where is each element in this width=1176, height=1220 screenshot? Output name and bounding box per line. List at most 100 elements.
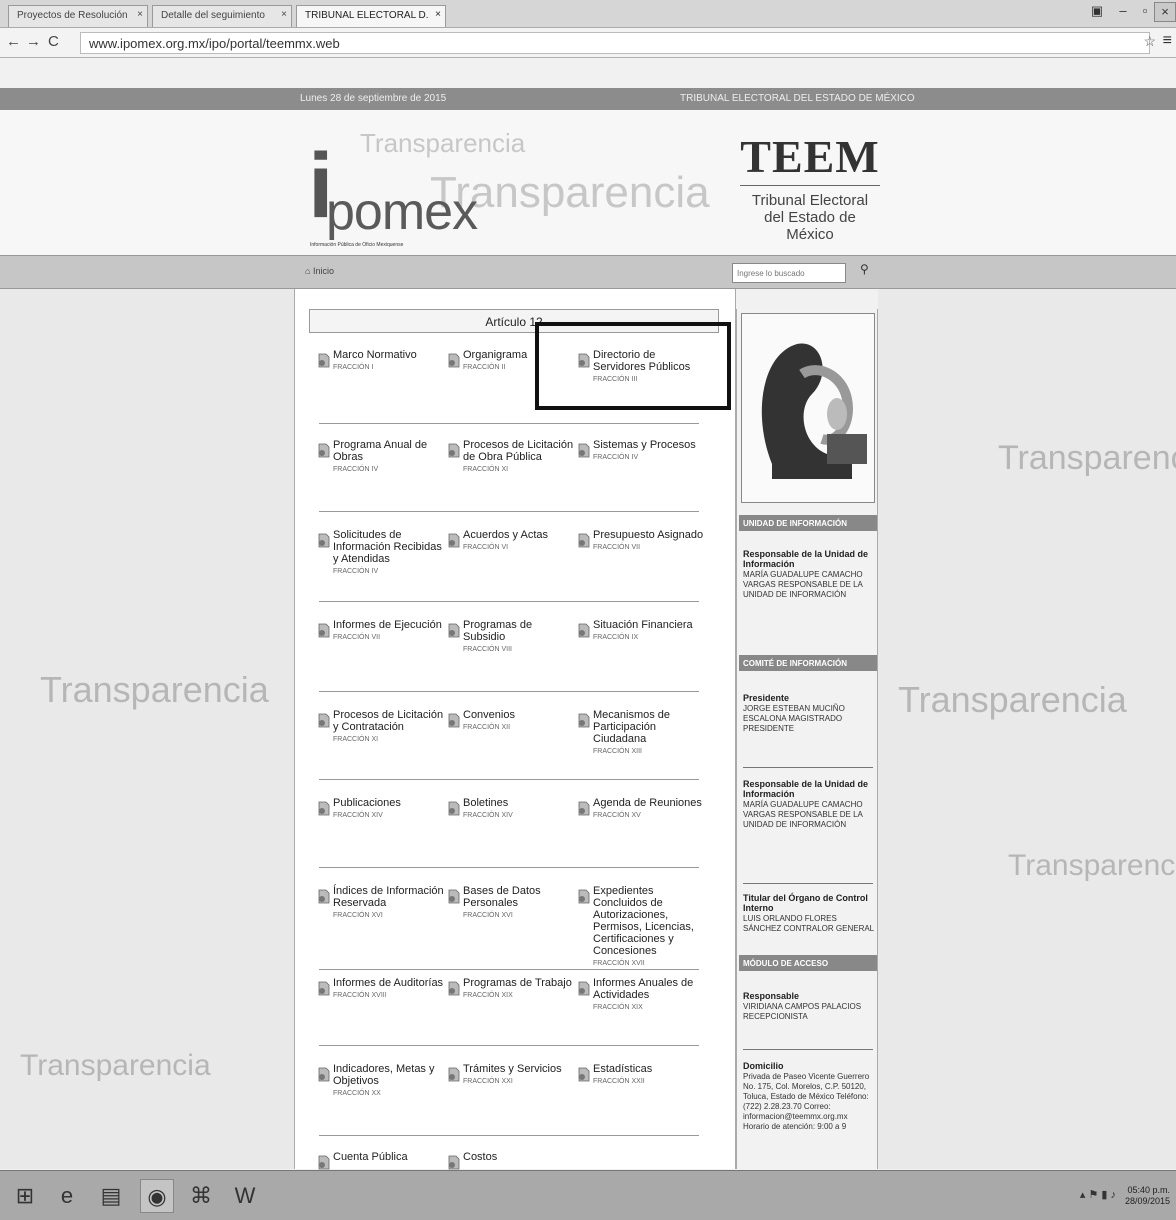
list-item[interactable]: Situación Financiera Fracción IX xyxy=(577,619,707,644)
close-icon[interactable]: × xyxy=(137,9,143,20)
list-item[interactable]: Costos xyxy=(447,1151,577,1170)
item-fraction: Fracción XI xyxy=(333,736,379,743)
close-icon[interactable]: × xyxy=(281,9,287,20)
list-item[interactable]: Bases de Datos Personales Fracción XVI xyxy=(447,885,577,922)
list-item[interactable]: Procesos de Licitación de Obra Pública F… xyxy=(447,439,577,476)
word-icon[interactable]: W xyxy=(228,1179,262,1213)
list-item[interactable]: Acuerdos y Actas Fracción VI xyxy=(447,529,577,554)
address-bar: ← → C www.ipomex.org.mx/ipo/portal/teemm… xyxy=(0,28,1176,58)
list-item[interactable]: Indicadores, Metas y Objetivos Fracción … xyxy=(317,1063,447,1100)
divider xyxy=(319,1135,699,1136)
windows-start-icon[interactable]: ⊞ xyxy=(8,1179,42,1213)
contact-role: Domicilio xyxy=(743,1061,784,1071)
left-background: Transparencia Transparencia xyxy=(0,289,294,1169)
document-icon xyxy=(318,443,330,458)
list-item[interactable]: Boletines Fracción XIV xyxy=(447,797,577,822)
contact-details: MARÍA GUADALUPE CAMACHO VARGAS RESPONSAB… xyxy=(743,570,863,599)
menu-icon[interactable]: ≡ xyxy=(1163,32,1172,50)
document-icon xyxy=(318,1155,330,1170)
maximize-button[interactable]: ▫ xyxy=(1134,2,1156,22)
list-item[interactable]: Informes Anuales de Actividades Fracción… xyxy=(577,977,707,1014)
document-icon xyxy=(448,443,460,458)
current-date: Lunes 28 de septiembre de 2015 xyxy=(300,93,447,104)
search-icon[interactable]: ⚲ xyxy=(860,262,874,284)
divider xyxy=(319,969,699,970)
list-item[interactable]: Agenda de Reuniones Fracción XV xyxy=(577,797,707,822)
list-item[interactable]: Informes de Auditorías Fracción XVIII xyxy=(317,977,447,1002)
list-item[interactable]: Procesos de Licitación y Contratación Fr… xyxy=(317,709,447,746)
list-item[interactable]: Programa Anual de Obras Fracción IV xyxy=(317,439,447,476)
home-link[interactable]: ⌂ Inicio xyxy=(305,266,334,276)
divider xyxy=(743,767,873,768)
document-icon xyxy=(448,801,460,816)
pdf-reader-icon[interactable]: ⌘ xyxy=(184,1179,218,1213)
document-icon xyxy=(578,889,590,904)
internet-explorer-icon[interactable]: e xyxy=(50,1179,84,1213)
item-fraction: Fracción IV xyxy=(333,568,379,575)
bookmark-star-icon[interactable]: ☆ xyxy=(1143,33,1156,50)
top-strip: Lunes 28 de septiembre de 2015 TRIBUNAL … xyxy=(0,88,1176,110)
list-item[interactable]: Expedientes Concluidos de Autorizaciones… xyxy=(577,885,701,970)
list-item[interactable]: Publicaciones Fracción XIV xyxy=(317,797,447,822)
list-item[interactable]: Informes de Ejecución Fracción VII xyxy=(317,619,447,644)
contact-details: JORGE ESTEBAN MUCIÑO ESCALONA MAGISTRADO… xyxy=(743,704,845,733)
document-icon xyxy=(448,353,460,368)
file-explorer-icon[interactable]: ▤ xyxy=(94,1179,128,1213)
tab-tribunal[interactable]: TRIBUNAL ELECTORAL D. × xyxy=(296,5,446,27)
item-fraction: Fracción XVI xyxy=(463,912,513,919)
list-item[interactable]: Cuenta Pública xyxy=(317,1151,447,1170)
list-item[interactable]: Índices de Información Reservada Fracció… xyxy=(317,885,447,922)
list-item[interactable]: Trámites y Servicios Fracción XXI xyxy=(447,1063,577,1088)
list-item[interactable]: Solicitudes de Información Recibidas y A… xyxy=(317,529,447,578)
back-arrow-icon[interactable]: ← xyxy=(6,33,21,50)
contact-details: Privada de Paseo Vicente Guerrero No. 17… xyxy=(743,1072,870,1131)
profile-icon[interactable]: ▣ xyxy=(1086,2,1108,22)
teem-logo[interactable]: TEEM Tribunal Electoral del Estado de Mé… xyxy=(740,130,880,250)
list-item[interactable]: Presupuesto Asignado Fracción VII xyxy=(577,529,707,554)
divider xyxy=(319,691,699,692)
ipomex-logo[interactable]: i pomex Información Pública de Oficio Me… xyxy=(300,132,478,252)
main-content: Artículo 12 Marco Normativo Fracción I O… xyxy=(294,289,736,1170)
item-name: Mecanismos de Participación Ciudadana xyxy=(593,709,671,745)
document-icon xyxy=(578,1067,590,1082)
list-item[interactable]: Sistemas y Procesos Fracción IV xyxy=(577,439,707,464)
contact-block: Responsable de la Unidad de Información … xyxy=(743,779,875,830)
minimize-button[interactable]: – xyxy=(1112,2,1134,22)
document-icon xyxy=(318,713,330,728)
contact-role: Presidente xyxy=(743,693,790,703)
item-fraction: Fracción XIV xyxy=(333,812,383,819)
url-input[interactable]: www.ipomex.org.mx/ipo/portal/teemmx.web xyxy=(80,32,1150,54)
clock[interactable]: 05:40 p.m. 28/09/2015 xyxy=(1125,1185,1170,1207)
list-item[interactable]: Mecanismos de Participación Ciudadana Fr… xyxy=(577,709,707,758)
document-icon xyxy=(578,713,590,728)
contact-role: Responsable de la Unidad de Información xyxy=(743,779,869,799)
chrome-icon[interactable]: ◉ xyxy=(140,1179,174,1213)
document-icon xyxy=(578,533,590,548)
item-name: Cuenta Pública xyxy=(333,1151,408,1163)
item-name: Presupuesto Asignado xyxy=(593,529,704,541)
document-icon xyxy=(318,533,330,548)
divider xyxy=(743,883,873,884)
item-fraction: Fracción VI xyxy=(463,544,509,551)
tab-detalle[interactable]: Detalle del seguimiento × xyxy=(152,5,292,27)
close-window-button[interactable]: × xyxy=(1154,2,1176,22)
contact-block: Presidente JORGE ESTEBAN MUCIÑO ESCALONA… xyxy=(743,693,875,734)
clock-date: 28/09/2015 xyxy=(1124,1196,1170,1206)
list-item[interactable]: Estadísticas Fracción XXII xyxy=(577,1063,707,1088)
contact-block: Titular del Órgano de Control Interno LU… xyxy=(743,893,875,934)
close-icon[interactable]: × xyxy=(435,9,441,20)
tray-icons[interactable]: ▴ ⚑ ▮ ♪ xyxy=(1080,1188,1116,1201)
tab-proyectos[interactable]: Proyectos de Resolución × xyxy=(8,5,148,27)
list-item[interactable]: Programas de Subsidio Fracción VIII xyxy=(447,619,577,656)
section-header: UNIDAD DE INFORMACIÓN xyxy=(739,515,877,531)
list-item[interactable]: Convenios Fracción XII xyxy=(447,709,577,734)
item-name: Expedientes Concluidos de Autorizaciones… xyxy=(593,885,694,957)
reload-icon[interactable]: C xyxy=(48,33,59,50)
item-name: Costos xyxy=(463,1151,498,1163)
search-input[interactable] xyxy=(732,263,846,283)
taskbar: ⊞ e ▤ ◉ ⌘ W ▴ ⚑ ▮ ♪ 05:40 p.m. 28/09/201… xyxy=(0,1170,1176,1220)
list-item[interactable]: Marco Normativo Fracción I xyxy=(317,349,447,374)
list-item[interactable]: Programas de Trabajo Fracción XIX xyxy=(447,977,577,1002)
teem-title: TEEM xyxy=(740,130,880,186)
forward-arrow-icon[interactable]: → xyxy=(26,33,41,50)
